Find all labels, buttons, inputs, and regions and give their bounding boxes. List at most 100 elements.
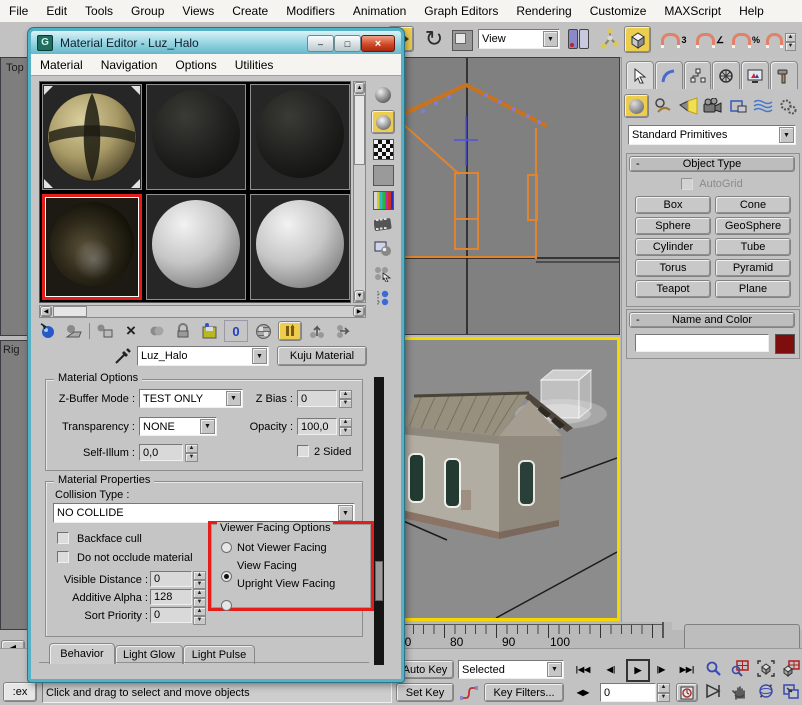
select-by-material-button[interactable]: [371, 263, 395, 285]
menu-graph-editors[interactable]: Graph Editors: [415, 0, 507, 22]
sample-slot-2[interactable]: [146, 84, 246, 190]
scroll-thumb[interactable]: [354, 95, 365, 165]
chevron-down-icon[interactable]: ▼: [338, 505, 353, 521]
put-to-library-button[interactable]: [198, 321, 220, 341]
visible-distance-spinner[interactable]: ▲▼: [193, 571, 206, 587]
sample-uv-tiling-button[interactable]: [373, 165, 394, 186]
time-configuration-button[interactable]: [676, 683, 698, 702]
chevron-down-icon[interactable]: ▼: [226, 391, 241, 406]
sample-slot-3[interactable]: [250, 84, 350, 190]
spinner-down-icon[interactable]: ▼: [657, 693, 670, 703]
params-scroll-thumb[interactable]: [375, 561, 383, 601]
zbias-spinner[interactable]: ▲▼: [339, 390, 352, 407]
sample-slot-4-selected[interactable]: [42, 194, 142, 300]
menu-views[interactable]: Views: [173, 0, 223, 22]
rotate-tool-button[interactable]: ↻: [420, 24, 448, 54]
next-frame-button[interactable]: |▶: [650, 660, 672, 678]
menu-tools[interactable]: Tools: [76, 0, 122, 22]
tab-create[interactable]: [626, 61, 654, 89]
radio-view-facing[interactable]: [221, 571, 232, 582]
sample-slot-6[interactable]: [250, 194, 350, 300]
menu-help[interactable]: Help: [730, 0, 773, 22]
auto-key-button[interactable]: Auto Key: [396, 660, 454, 679]
get-material-button[interactable]: [37, 321, 59, 341]
timeline-ruler[interactable]: 70 80 90 100: [392, 622, 672, 648]
name-color-header[interactable]: - Name and Color: [629, 312, 795, 328]
material-options-button[interactable]: [371, 238, 395, 260]
menu-create[interactable]: Create: [223, 0, 277, 22]
menu-modifiers[interactable]: Modifiers: [277, 0, 344, 22]
show-map-in-viewport-button[interactable]: [252, 321, 274, 341]
menu-rendering[interactable]: Rendering: [507, 0, 580, 22]
mini-listener-tab[interactable]: :ex: [3, 682, 37, 702]
slots-hscrollbar[interactable]: ◀ ▶: [39, 305, 366, 318]
me-menu-material[interactable]: Material: [31, 54, 92, 75]
menu-file[interactable]: File: [0, 0, 37, 22]
lights-category-button[interactable]: [676, 96, 699, 116]
menu-animation[interactable]: Animation: [344, 0, 415, 22]
make-unique-button[interactable]: [172, 321, 194, 341]
sort-priority-field[interactable]: 0: [150, 607, 192, 623]
sample-slot-5[interactable]: [146, 194, 246, 300]
chevron-down-icon[interactable]: ▼: [252, 348, 267, 364]
backlight-button[interactable]: [371, 110, 395, 134]
set-key-button[interactable]: Set Key: [396, 683, 454, 702]
go-to-start-button[interactable]: |◀◀: [570, 660, 596, 678]
viewport-perspective-active[interactable]: [398, 337, 620, 621]
scroll-left-button[interactable]: ◀: [40, 306, 52, 317]
menu-group[interactable]: Group: [122, 0, 173, 22]
button-cylinder[interactable]: Cylinder: [635, 238, 711, 256]
visible-distance-field[interactable]: 0: [150, 571, 192, 587]
viewport-bottom-left[interactable]: Rig: [0, 340, 29, 630]
chevron-down-icon[interactable]: ▼: [779, 127, 794, 143]
geometry-category-button[interactable]: [624, 94, 649, 118]
select-manipulate-button[interactable]: [600, 28, 620, 50]
collision-type-dropdown[interactable]: NO COLLIDE ▼: [53, 503, 355, 523]
spinner-snap-button[interactable]: ▲▼: [766, 30, 796, 50]
tab-hierarchy[interactable]: [684, 61, 712, 89]
primitives-dropdown[interactable]: Standard Primitives ▼: [628, 125, 796, 145]
sort-priority-spinner[interactable]: ▲▼: [193, 607, 206, 623]
scroll-right-button[interactable]: ▶: [353, 306, 365, 317]
object-type-header[interactable]: - Object Type: [629, 156, 795, 172]
button-torus[interactable]: Torus: [635, 259, 711, 277]
occlude-checkbox[interactable]: [57, 551, 69, 563]
chevron-down-icon[interactable]: ▼: [547, 662, 562, 677]
shapes-category-button[interactable]: [651, 96, 674, 116]
rollout-collapse-icon[interactable]: -: [636, 158, 640, 170]
make-material-copy-button[interactable]: [146, 321, 168, 341]
autogrid-checkbox[interactable]: [681, 178, 693, 190]
opacity-spinner[interactable]: ▲▼: [339, 418, 352, 435]
assign-material-button[interactable]: [94, 321, 116, 341]
me-menu-options[interactable]: Options: [166, 54, 225, 75]
object-name-field[interactable]: [635, 334, 769, 352]
go-to-end-button[interactable]: ▶▶|: [674, 660, 700, 678]
button-geosphere[interactable]: GeoSphere: [715, 217, 791, 235]
play-button[interactable]: ▶: [626, 659, 650, 682]
video-color-check-button[interactable]: [373, 191, 394, 210]
me-close-button[interactable]: ×: [361, 35, 395, 52]
frame-spinner[interactable]: ▲ ▼: [657, 683, 670, 702]
additive-alpha-field[interactable]: 128: [150, 589, 192, 605]
me-menu-utilities[interactable]: Utilities: [226, 54, 283, 75]
object-color-swatch[interactable]: [775, 334, 795, 354]
menu-customize[interactable]: Customize: [581, 0, 656, 22]
ref-coord-dropdown[interactable]: View ▼: [478, 29, 560, 49]
use-pivot-center-button[interactable]: [566, 27, 592, 52]
me-maximize-button[interactable]: □: [334, 35, 361, 52]
tab-modify[interactable]: [655, 61, 683, 89]
backface-cull-checkbox[interactable]: [57, 532, 69, 544]
button-plane[interactable]: Plane: [715, 280, 791, 298]
tab-motion[interactable]: [712, 61, 740, 89]
reset-material-button[interactable]: ×: [120, 321, 142, 341]
systems-category-button[interactable]: [776, 96, 799, 116]
maximize-viewport-button[interactable]: [779, 681, 802, 701]
zoom-extents-button[interactable]: [754, 658, 777, 678]
helpers-category-button[interactable]: [726, 96, 749, 116]
menu-maxscript[interactable]: MAXScript: [655, 0, 730, 22]
arc-rotate-button[interactable]: [754, 681, 777, 701]
zbuffer-dropdown[interactable]: TEST ONLY ▼: [139, 389, 243, 408]
selection-set-dropdown[interactable]: Selected ▼: [458, 660, 564, 679]
sample-type-button[interactable]: [371, 83, 395, 107]
material-id-channel-button[interactable]: 0: [224, 320, 248, 342]
